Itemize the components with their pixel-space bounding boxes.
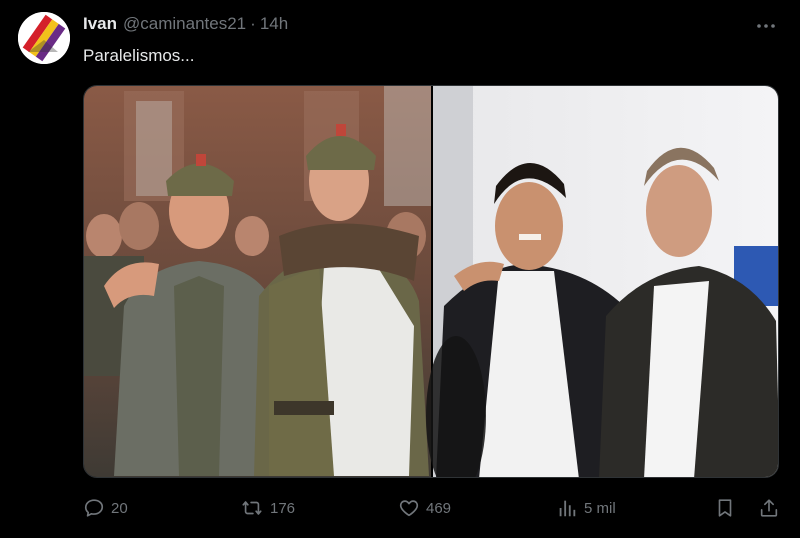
more-button[interactable] — [754, 14, 778, 38]
tweet-header: Ivan @caminantes21 · 14h — [83, 14, 288, 36]
tweet-actions-bar: 20 176 469 5 mil — [0, 490, 800, 526]
like-button[interactable]: 469 — [398, 490, 451, 526]
heart-icon — [399, 500, 419, 517]
tweet-time[interactable]: 14h — [260, 14, 288, 34]
views-count: 5 mil — [584, 499, 616, 517]
reply-button[interactable]: 20 — [83, 490, 128, 526]
repost-arrows-icon — [242, 501, 262, 515]
tweet[interactable]: Ivan @caminantes21 · 14h Paralelismos... — [0, 0, 800, 538]
bar-chart-icon — [559, 500, 576, 517]
author-name[interactable]: Ivan — [83, 14, 117, 34]
like-count: 469 — [426, 499, 452, 517]
right-photo — [426, 86, 778, 477]
left-photo — [84, 86, 431, 477]
republican-flag-avatar-icon — [18, 12, 70, 64]
bookmark-icon — [718, 499, 732, 517]
reply-bubble-icon — [84, 499, 104, 517]
reply-count: 20 — [111, 499, 128, 517]
header-separator: · — [250, 14, 256, 33]
author-handle[interactable]: @caminantes21 — [123, 14, 246, 34]
bookmark-button[interactable] — [714, 490, 736, 526]
tweet-text: Paralelismos... — [83, 46, 195, 65]
repost-count: 176 — [270, 499, 296, 517]
tweet-photo-collage — [84, 86, 778, 477]
repost-button[interactable]: 176 — [240, 490, 295, 526]
views-button[interactable]: 5 mil — [556, 490, 616, 526]
avatar[interactable] — [18, 12, 70, 64]
share-button[interactable] — [758, 490, 780, 526]
share-upload-icon — [760, 499, 778, 517]
more-dots-icon — [757, 24, 775, 28]
tweet-media[interactable] — [83, 85, 779, 478]
